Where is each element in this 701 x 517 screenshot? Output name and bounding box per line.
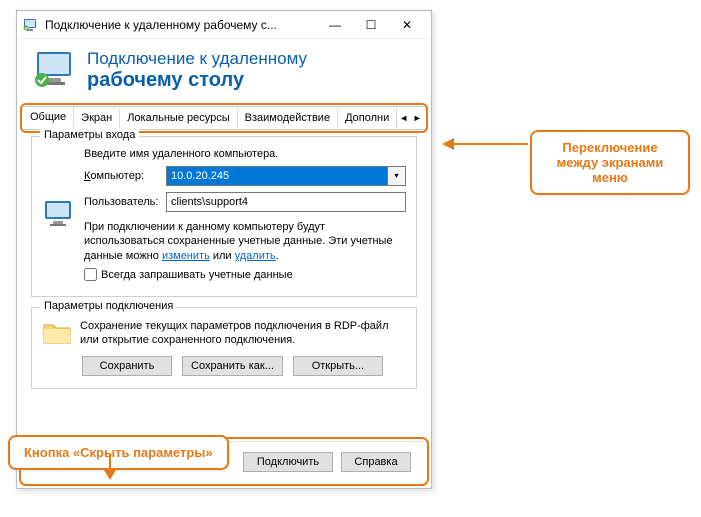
tabs-scroll-right[interactable]: ►: [410, 109, 424, 127]
banner: Подключение к удаленному рабочему столу: [17, 39, 431, 106]
always-ask-input[interactable]: [84, 268, 97, 281]
save-button[interactable]: Сохранить: [82, 356, 172, 376]
arrow-down-annotation: [100, 454, 120, 480]
connection-group-title: Параметры подключения: [40, 300, 177, 312]
credentials-note: При подключении к данному компьютеру буд…: [84, 220, 406, 265]
tab-general[interactable]: Общие: [23, 107, 74, 129]
rdp-window: Подключение к удаленному рабочему с... —…: [16, 10, 432, 489]
tab-local-resources[interactable]: Локальные ресурсы: [120, 108, 237, 128]
connection-desc: Сохранение текущих параметров подключени…: [80, 319, 406, 348]
connection-group: Параметры подключения Сохранение текущих…: [31, 307, 417, 389]
user-label: Пользователь:: [84, 196, 166, 208]
tab-strip: Общие Экран Локальные ресурсы Взаимодейс…: [23, 106, 425, 130]
banner-line2: рабочему столу: [87, 69, 307, 92]
open-button[interactable]: Открыть...: [293, 356, 383, 376]
user-input[interactable]: [166, 192, 406, 212]
tabs-scroll-left[interactable]: ◄: [396, 109, 410, 127]
login-group-title: Параметры входа: [40, 129, 139, 141]
minimize-button[interactable]: —: [317, 14, 353, 36]
computer-dropdown-icon[interactable]: ▾: [388, 166, 406, 186]
computer-input[interactable]: [166, 166, 388, 186]
save-as-button[interactable]: Сохранить как...: [182, 356, 283, 376]
computer-icon: [42, 197, 76, 231]
help-button[interactable]: Справка: [341, 452, 411, 472]
edit-credentials-link[interactable]: изменить: [162, 250, 210, 262]
window-title: Подключение к удаленному рабочему с...: [45, 18, 317, 32]
always-ask-checkbox[interactable]: Всегда запрашивать учетные данные: [84, 268, 406, 281]
folder-icon: [42, 319, 72, 347]
login-intro: Введите имя удаленного компьютера.: [84, 148, 406, 160]
tab-experience[interactable]: Взаимодействие: [238, 108, 338, 128]
callout-tabs: Переключение между экранами меню: [530, 130, 690, 195]
tab-advanced[interactable]: Дополни: [338, 108, 396, 128]
computer-label: Компьютер:: [84, 170, 166, 182]
arrow-right-annotation: [442, 132, 528, 156]
banner-line1: Подключение к удаленному: [87, 49, 307, 69]
login-group: Параметры входа Введите имя удаленного к…: [31, 136, 417, 298]
maximize-button[interactable]: ☐: [353, 14, 389, 36]
titlebar: Подключение к удаленному рабочему с... —…: [17, 11, 431, 39]
rdp-banner-icon: [33, 50, 77, 90]
app-icon: [23, 17, 39, 33]
close-button[interactable]: ✕: [389, 14, 425, 36]
connect-button[interactable]: Подключить: [243, 452, 333, 472]
delete-credentials-link[interactable]: удалить: [235, 250, 276, 262]
tab-display[interactable]: Экран: [74, 108, 120, 128]
